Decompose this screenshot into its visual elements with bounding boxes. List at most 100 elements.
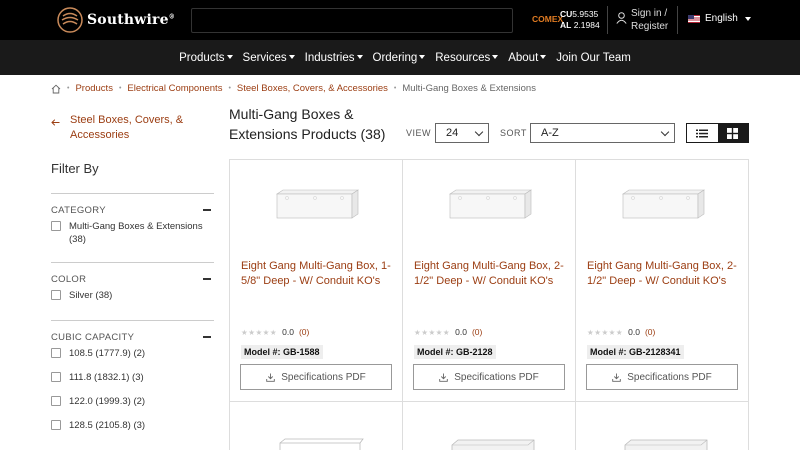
product-image-wrap[interactable] (621, 437, 711, 450)
product-card[interactable] (402, 401, 576, 450)
star-rating-icon: ★★★★★ (414, 327, 451, 337)
filter-section-color: COLOR Silver (38) (51, 262, 214, 313)
back-link-line1: Steel Boxes, Covers, & (70, 114, 184, 126)
product-image (451, 439, 535, 450)
specifications-pdf-button[interactable]: Specifications PDF (586, 364, 738, 390)
review-count-link[interactable]: (0) (299, 327, 309, 337)
main-nav: Products Services Industries Ordering Resour… (0, 40, 800, 75)
product-title[interactable]: Eight Gang Multi-Gang Box, 2-1/2" Deep -… (587, 259, 742, 289)
breadcrumb-products[interactable]: Products (75, 83, 113, 94)
language-selector[interactable]: English (688, 13, 751, 24)
product-card[interactable]: Eight Gang Multi-Gang Box, 2-1/2" Deep -… (402, 159, 576, 402)
checkbox[interactable] (51, 420, 61, 430)
nav-item-resources[interactable]: Resources (435, 52, 499, 64)
filter-option[interactable]: Multi-Gang Boxes & Extensions (38) (51, 220, 214, 246)
nav-item-ordering[interactable]: Ordering (373, 52, 426, 64)
chevron-down-icon (660, 127, 670, 136)
per-page-select[interactable]: 24 (435, 123, 489, 143)
search-input[interactable] (191, 8, 513, 33)
product-title[interactable]: Eight Gang Multi-Gang Box, 2-1/2" Deep -… (414, 259, 569, 289)
product-image-wrap[interactable] (448, 188, 533, 220)
list-view-button[interactable] (687, 124, 718, 142)
product-image-wrap[interactable] (275, 437, 365, 450)
checkbox[interactable] (51, 372, 61, 382)
collapse-icon (203, 336, 211, 338)
product-rating: ★★★★★ 0.0 (0) (241, 327, 310, 337)
product-card[interactable]: Eight Gang Multi-Gang Box, 1-5/8" Deep -… (229, 159, 403, 402)
southwire-logo-icon (57, 7, 83, 33)
us-flag-icon (688, 14, 700, 23)
user-icon (616, 12, 627, 24)
arrow-left-icon (51, 119, 60, 126)
sign-in-link[interactable]: Sign in / Register (616, 7, 668, 33)
product-card[interactable] (575, 401, 749, 450)
product-image-wrap[interactable] (621, 188, 706, 220)
filter-option[interactable]: 111.8 (1832.1) (3) (51, 371, 214, 384)
nav-item-about[interactable]: About (508, 52, 547, 64)
product-image (624, 439, 708, 450)
product-image-wrap[interactable] (275, 188, 360, 220)
nav-item-industries[interactable]: Industries (305, 52, 363, 64)
header-divider (607, 6, 608, 34)
breadcrumb: • Products • Electrical Components • Ste… (51, 83, 536, 94)
filter-option[interactable]: Silver (38) (51, 289, 214, 302)
list-icon (696, 129, 709, 137)
filter-option[interactable]: 108.5 (1777.9) (2) (51, 347, 214, 360)
product-card[interactable]: Eight Gang Multi-Gang Box, 2-1/2" Deep -… (575, 159, 749, 402)
filter-option[interactable]: 128.5 (2105.8) (3) (51, 419, 214, 432)
filter-section-cubic-capacity: CUBIC CAPACITY 108.5 (1777.9) (2) 111.8 … (51, 320, 214, 443)
review-count-link[interactable]: (0) (472, 327, 482, 337)
review-count-link[interactable]: (0) (645, 327, 655, 337)
grid-view-button[interactable] (717, 124, 748, 142)
product-image (449, 189, 532, 219)
nav-item-products[interactable]: Products (179, 52, 233, 64)
header-divider (677, 6, 678, 34)
checkbox[interactable] (51, 290, 61, 300)
sort-label: SORT (500, 128, 527, 138)
collapse-icon (203, 209, 211, 211)
chevron-down-icon (356, 55, 363, 60)
download-icon (439, 373, 448, 382)
back-link-line2: Accessories (70, 129, 130, 141)
star-rating-icon: ★★★★★ (587, 327, 624, 337)
comex-row-cu: CU5.9535 (560, 9, 599, 19)
page-title: Multi-Gang Boxes & Extensions Products (… (229, 106, 386, 142)
chevron-down-icon (226, 55, 233, 60)
product-image-wrap[interactable] (448, 437, 538, 450)
product-title[interactable]: Eight Gang Multi-Gang Box, 1-5/8" Deep -… (241, 259, 396, 289)
chevron-down-icon (492, 55, 499, 60)
product-image (276, 189, 359, 219)
sign-in-label: Sign in / (631, 8, 668, 19)
nav-item-services[interactable]: Services (243, 52, 295, 64)
checkbox[interactable] (51, 348, 61, 358)
filter-header-color[interactable]: COLOR (51, 263, 214, 289)
filter-header-cubic-capacity[interactable]: CUBIC CAPACITY (51, 321, 214, 347)
filter-option[interactable]: 122.0 (1999.3) (2) (51, 395, 214, 408)
southwire-logo[interactable]: Southwire® (57, 7, 175, 33)
register-label: Register (631, 21, 669, 32)
filter-title: Filter By (51, 161, 99, 176)
sort-select[interactable]: A-Z (530, 123, 675, 143)
specifications-pdf-button[interactable]: Specifications PDF (413, 364, 565, 390)
checkbox[interactable] (51, 396, 61, 406)
product-rating: ★★★★★ 0.0 (0) (587, 327, 656, 337)
chevron-down-icon (419, 55, 426, 60)
chevron-down-icon (288, 55, 295, 60)
specifications-pdf-button[interactable]: Specifications PDF (240, 364, 392, 390)
breadcrumb-current: Multi-Gang Boxes & Extensions (402, 83, 536, 94)
language-label: English (705, 13, 738, 24)
checkbox[interactable] (51, 221, 61, 231)
product-card[interactable] (229, 401, 403, 450)
chevron-down-icon (540, 55, 547, 60)
product-rating: ★★★★★ 0.0 (0) (414, 327, 483, 337)
filter-section-category: CATEGORY Multi-Gang Boxes & Extensions (3… (51, 193, 214, 257)
download-icon (612, 373, 621, 382)
product-image (279, 438, 364, 450)
breadcrumb-steel-boxes[interactable]: Steel Boxes, Covers, & Accessories (237, 83, 388, 94)
nav-item-join-our-team[interactable]: Join Our Team (556, 52, 631, 64)
back-to-category-link[interactable]: Steel Boxes, Covers, & Accessories (51, 113, 183, 143)
filter-header-category[interactable]: CATEGORY (51, 194, 214, 220)
breadcrumb-electrical-components[interactable]: Electrical Components (127, 83, 222, 94)
top-header: Southwire® COMEX CU5.9535 AL 2.1984 Sign… (0, 0, 800, 40)
home-icon[interactable] (51, 84, 61, 94)
